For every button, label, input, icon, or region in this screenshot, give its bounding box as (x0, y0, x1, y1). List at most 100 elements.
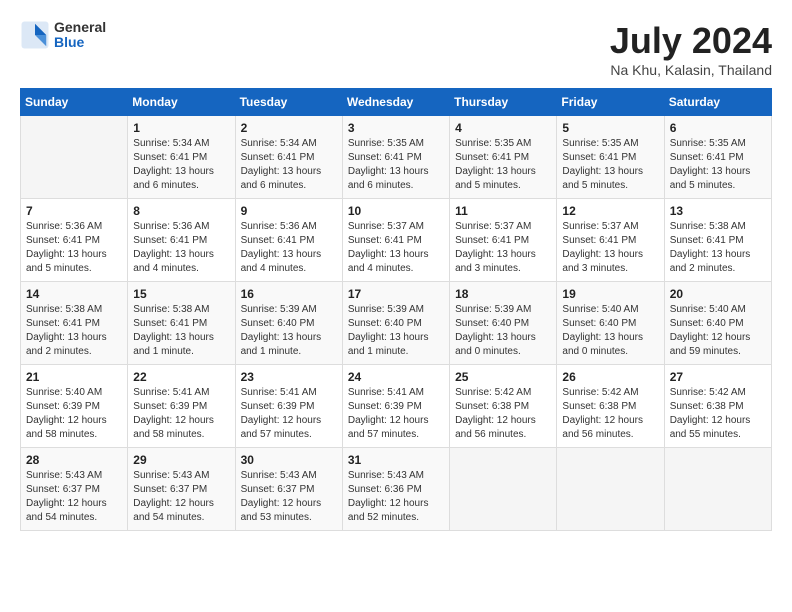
day-number: 2 (241, 121, 337, 135)
calendar-cell: 7 Sunrise: 5:36 AMSunset: 6:41 PMDaylight… (21, 199, 128, 282)
day-number: 7 (26, 204, 122, 218)
day-number: 11 (455, 204, 551, 218)
day-number: 8 (133, 204, 229, 218)
calendar-cell (664, 448, 771, 531)
weekday-header: Thursday (450, 89, 557, 116)
calendar-cell: 28 Sunrise: 5:43 AMSunset: 6:37 PMDayligh… (21, 448, 128, 531)
day-info: Sunrise: 5:37 AMSunset: 6:41 PMDaylight:… (348, 220, 444, 276)
calendar-cell: 5Sunrise: 5:35 AMSunset: 6:41 PMDaylight… (557, 116, 664, 199)
day-number: 4 (455, 121, 551, 135)
day-info: Sunrise: 5:38 AMSunset: 6:41 PMDaylight:… (133, 303, 229, 359)
weekday-header: Tuesday (235, 89, 342, 116)
calendar-cell: 22 Sunrise: 5:41 AMSunset: 6:39 PMDayligh… (128, 365, 235, 448)
day-info: Sunrise: 5:37 AMSunset: 6:41 PMDaylight:… (562, 220, 658, 276)
day-number: 23 (241, 370, 337, 384)
day-info: Sunrise: 5:39 AMSunset: 6:40 PMDaylight:… (241, 303, 337, 359)
calendar-table: SundayMondayTuesdayWednesdayThursdayFrid… (20, 88, 772, 531)
day-number: 26 (562, 370, 658, 384)
calendar-cell: 16 Sunrise: 5:39 AMSunset: 6:40 PMDayligh… (235, 282, 342, 365)
day-number: 21 (26, 370, 122, 384)
calendar-cell: 21Sunrise: 5:40 AMSunset: 6:39 PMDayligh… (21, 365, 128, 448)
day-info: Sunrise: 5:34 AMSunset: 6:41 PMDaylight:… (133, 137, 229, 193)
day-number: 30 (241, 453, 337, 467)
day-number: 20 (670, 287, 766, 301)
calendar-cell: 13 Sunrise: 5:38 AMSunset: 6:41 PMDayligh… (664, 199, 771, 282)
logo-icon (20, 20, 50, 50)
calendar-cell: 10 Sunrise: 5:37 AMSunset: 6:41 PMDayligh… (342, 199, 449, 282)
day-number: 17 (348, 287, 444, 301)
day-info: Sunrise: 5:36 AMSunset: 6:41 PMDaylight:… (133, 220, 229, 276)
calendar-cell: 6 Sunrise: 5:35 AMSunset: 6:41 PMDaylight… (664, 116, 771, 199)
weekday-header-row: SundayMondayTuesdayWednesdayThursdayFrid… (21, 89, 772, 116)
calendar-cell: 15 Sunrise: 5:38 AMSunset: 6:41 PMDayligh… (128, 282, 235, 365)
day-number: 28 (26, 453, 122, 467)
day-info: Sunrise: 5:34 AMSunset: 6:41 PMDaylight:… (241, 137, 337, 193)
weekday-header: Friday (557, 89, 664, 116)
day-info: Sunrise: 5:43 AMSunset: 6:37 PMDaylight:… (26, 469, 122, 525)
day-info: Sunrise: 5:35 AMSunset: 6:41 PMDaylight:… (348, 137, 444, 193)
day-info: Sunrise: 5:42 AMSunset: 6:38 PMDaylight:… (562, 386, 658, 442)
day-number: 3 (348, 121, 444, 135)
weekday-header: Wednesday (342, 89, 449, 116)
day-number: 19 (562, 287, 658, 301)
day-info: Sunrise: 5:43 AMSunset: 6:37 PMDaylight:… (133, 469, 229, 525)
calendar-cell: 14Sunrise: 5:38 AMSunset: 6:41 PMDayligh… (21, 282, 128, 365)
page-header: General Blue July 2024 Na Khu, Kalasin, … (20, 20, 772, 78)
calendar-cell: 12Sunrise: 5:37 AMSunset: 6:41 PMDayligh… (557, 199, 664, 282)
day-info: Sunrise: 5:38 AMSunset: 6:41 PMDaylight:… (670, 220, 766, 276)
calendar-cell: 29 Sunrise: 5:43 AMSunset: 6:37 PMDayligh… (128, 448, 235, 531)
day-number: 10 (348, 204, 444, 218)
calendar-cell (21, 116, 128, 199)
calendar-cell: 9Sunrise: 5:36 AMSunset: 6:41 PMDaylight… (235, 199, 342, 282)
calendar-cell: 20Sunrise: 5:40 AMSunset: 6:40 PMDayligh… (664, 282, 771, 365)
calendar-cell: 17Sunrise: 5:39 AMSunset: 6:40 PMDayligh… (342, 282, 449, 365)
logo-general: General (54, 20, 106, 35)
day-number: 6 (670, 121, 766, 135)
day-info: Sunrise: 5:35 AMSunset: 6:41 PMDaylight:… (670, 137, 766, 193)
weekday-header: Monday (128, 89, 235, 116)
logo: General Blue (20, 20, 106, 51)
weekday-header: Sunday (21, 89, 128, 116)
day-number: 24 (348, 370, 444, 384)
calendar-cell (557, 448, 664, 531)
day-info: Sunrise: 5:43 AMSunset: 6:36 PMDaylight:… (348, 469, 444, 525)
day-number: 25 (455, 370, 551, 384)
day-info: Sunrise: 5:42 AMSunset: 6:38 PMDaylight:… (670, 386, 766, 442)
day-number: 31 (348, 453, 444, 467)
day-number: 5 (562, 121, 658, 135)
day-info: Sunrise: 5:39 AMSunset: 6:40 PMDaylight:… (455, 303, 551, 359)
calendar-cell: 4 Sunrise: 5:35 AMSunset: 6:41 PMDaylight… (450, 116, 557, 199)
day-info: Sunrise: 5:35 AMSunset: 6:41 PMDaylight:… (455, 137, 551, 193)
calendar-cell: 2 Sunrise: 5:34 AMSunset: 6:41 PMDaylight… (235, 116, 342, 199)
calendar-cell: 8 Sunrise: 5:36 AMSunset: 6:41 PMDaylight… (128, 199, 235, 282)
day-number: 29 (133, 453, 229, 467)
calendar-cell: 18 Sunrise: 5:39 AMSunset: 6:40 PMDayligh… (450, 282, 557, 365)
day-info: Sunrise: 5:41 AMSunset: 6:39 PMDaylight:… (241, 386, 337, 442)
calendar-week-row: 28 Sunrise: 5:43 AMSunset: 6:37 PMDayligh… (21, 448, 772, 531)
calendar-week-row: 21Sunrise: 5:40 AMSunset: 6:39 PMDayligh… (21, 365, 772, 448)
calendar-cell: 26 Sunrise: 5:42 AMSunset: 6:38 PMDayligh… (557, 365, 664, 448)
calendar-cell: 19 Sunrise: 5:40 AMSunset: 6:40 PMDayligh… (557, 282, 664, 365)
day-number: 9 (241, 204, 337, 218)
day-info: Sunrise: 5:41 AMSunset: 6:39 PMDaylight:… (133, 386, 229, 442)
logo-text: General Blue (54, 20, 106, 51)
day-info: Sunrise: 5:42 AMSunset: 6:38 PMDaylight:… (455, 386, 551, 442)
day-number: 14 (26, 287, 122, 301)
day-number: 13 (670, 204, 766, 218)
day-info: Sunrise: 5:43 AMSunset: 6:37 PMDaylight:… (241, 469, 337, 525)
title-area: July 2024 Na Khu, Kalasin, Thailand (610, 20, 772, 78)
day-info: Sunrise: 5:40 AMSunset: 6:40 PMDaylight:… (562, 303, 658, 359)
day-number: 16 (241, 287, 337, 301)
calendar-cell: 1 Sunrise: 5:34 AMSunset: 6:41 PMDaylight… (128, 116, 235, 199)
day-number: 22 (133, 370, 229, 384)
calendar-week-row: 7 Sunrise: 5:36 AMSunset: 6:41 PMDaylight… (21, 199, 772, 282)
day-number: 18 (455, 287, 551, 301)
calendar-cell: 27 Sunrise: 5:42 AMSunset: 6:38 PMDayligh… (664, 365, 771, 448)
calendar-cell: 3 Sunrise: 5:35 AMSunset: 6:41 PMDaylight… (342, 116, 449, 199)
day-number: 15 (133, 287, 229, 301)
calendar-cell: 30 Sunrise: 5:43 AMSunset: 6:37 PMDayligh… (235, 448, 342, 531)
day-info: Sunrise: 5:36 AMSunset: 6:41 PMDaylight:… (26, 220, 122, 276)
day-number: 1 (133, 121, 229, 135)
month-title: July 2024 (610, 20, 772, 62)
day-number: 27 (670, 370, 766, 384)
